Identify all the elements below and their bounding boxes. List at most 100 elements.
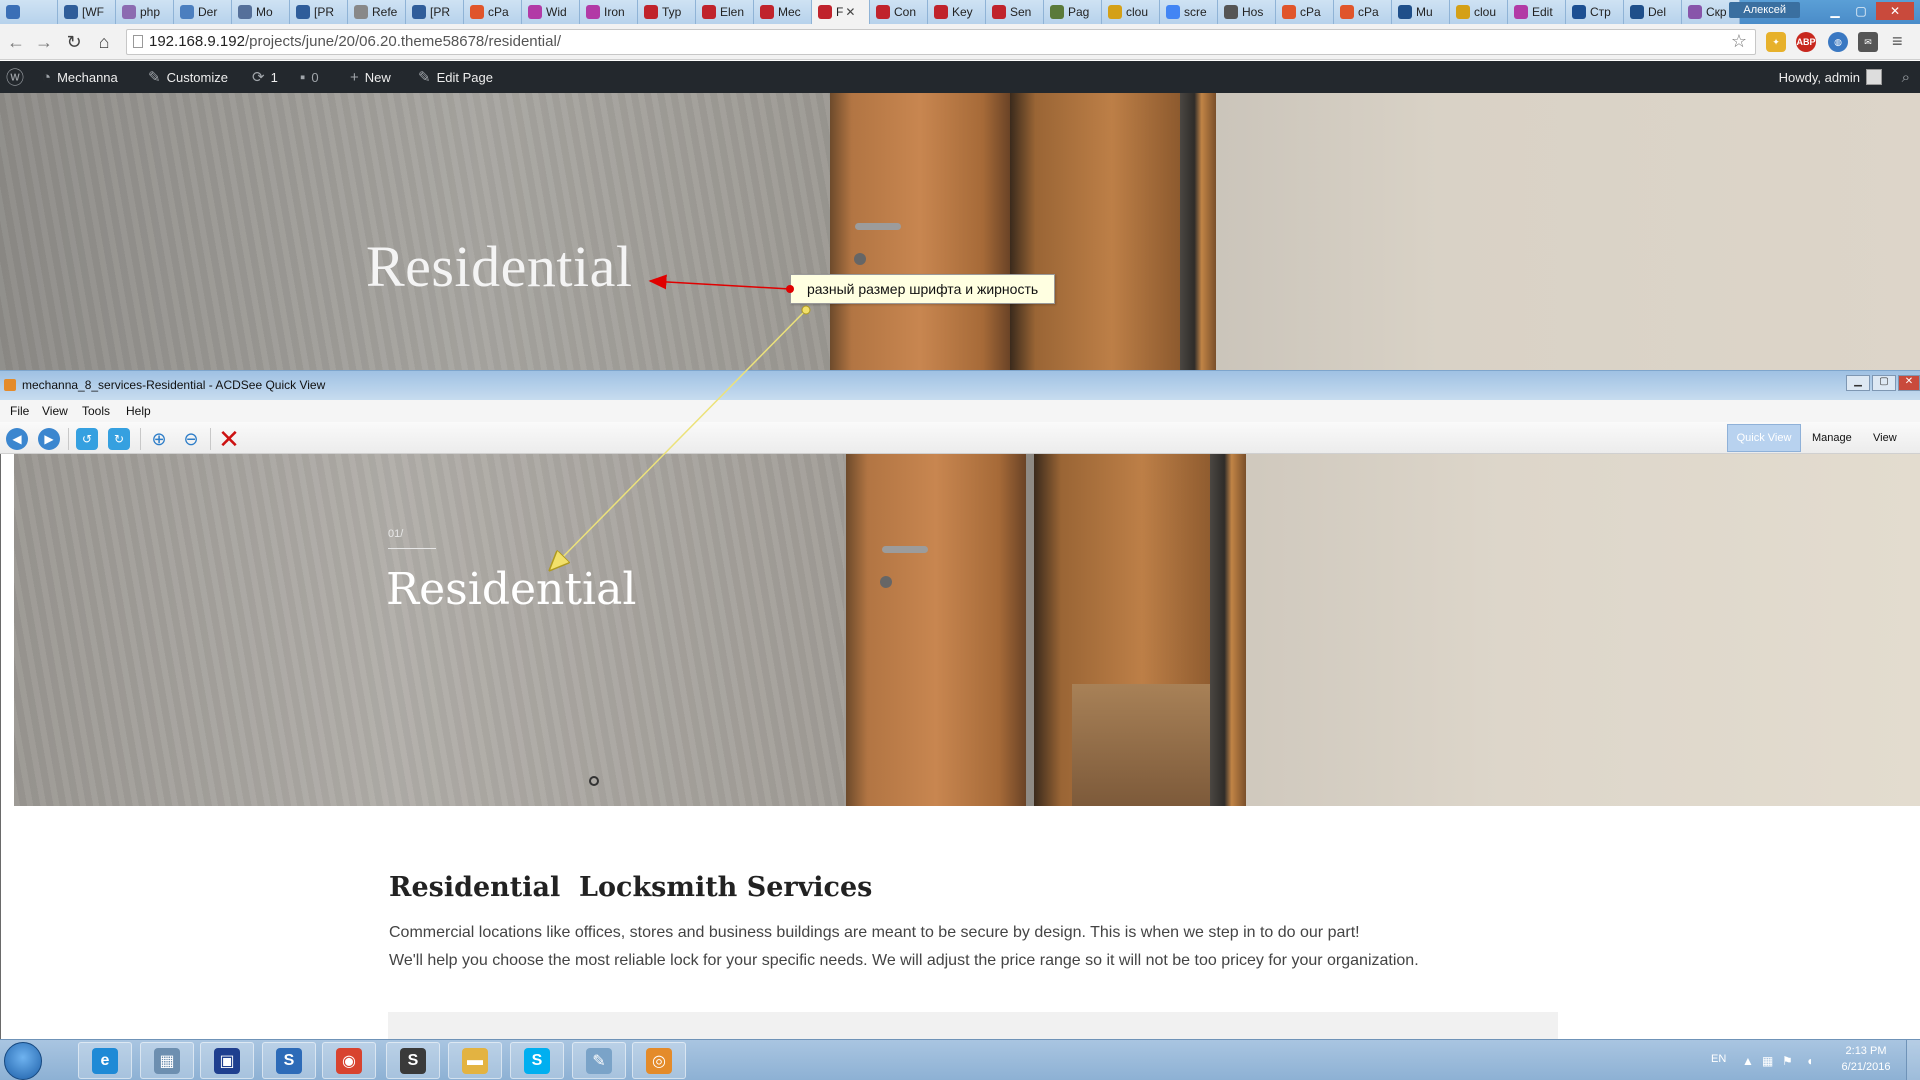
address-bar[interactable]: 192.168.9.192/projects/june/20/06.20.the…: [126, 29, 1756, 55]
manage-mode-button[interactable]: Manage: [1812, 432, 1852, 444]
browser-tab[interactable]: Hos: [1218, 0, 1276, 24]
account-menu[interactable]: Howdy, admin: [1779, 61, 1882, 93]
taskbar-app-save[interactable]: ▣: [200, 1042, 254, 1079]
adblock-plus-icon[interactable]: ABP: [1796, 32, 1816, 52]
zoom-out-button[interactable]: ⊖: [180, 428, 202, 450]
instagram-icon: [528, 5, 542, 19]
acdsee-maximize-button[interactable]: ▢: [1872, 375, 1896, 391]
comments-link[interactable]: ▪ 0: [300, 61, 319, 93]
hamburger-menu-icon[interactable]: ≡: [1892, 31, 1903, 52]
menu-file[interactable]: File: [10, 404, 29, 418]
menu-view[interactable]: View: [42, 404, 68, 418]
maximize-window-button[interactable]: ▢: [1848, 2, 1874, 20]
wordpress-logo-button[interactable]: ⓦ: [6, 61, 24, 93]
language-indicator[interactable]: EN: [1711, 1053, 1726, 1065]
quick-view-mode-button[interactable]: Quick View: [1727, 424, 1801, 452]
home-button[interactable]: ⌂: [94, 32, 114, 52]
browser-tab[interactable]: [PR: [406, 0, 464, 24]
menu-help[interactable]: Help: [126, 404, 151, 418]
minimize-window-button[interactable]: ▁: [1822, 2, 1848, 20]
bookmark-star-icon[interactable]: ☆: [1731, 31, 1747, 52]
browser-tab[interactable]: Стр: [1566, 0, 1624, 24]
tab-title: Del: [1648, 5, 1667, 19]
edit-page-link[interactable]: ✎ Edit Page: [418, 61, 493, 93]
browser-tab[interactable]: Wid: [522, 0, 580, 24]
next-image-button[interactable]: ▶: [38, 428, 60, 450]
acdsee-minimize-button[interactable]: ▁: [1846, 375, 1870, 391]
browser-tab[interactable]: Edit: [1508, 0, 1566, 24]
arrow-right-icon: ▶: [44, 432, 54, 446]
browser-tab[interactable]: Key: [928, 0, 986, 24]
close-window-button[interactable]: ✕: [1876, 2, 1914, 20]
window-user-badge[interactable]: Алексей: [1729, 2, 1800, 18]
browser-tab[interactable]: cPa: [1334, 0, 1392, 24]
show-desktop-button[interactable]: [1906, 1040, 1920, 1080]
taskbar-app-explorer[interactable]: ▬: [448, 1042, 502, 1079]
browser-tab[interactable]: cPa: [464, 0, 522, 24]
security-icon[interactable]: ⚑: [1782, 1054, 1793, 1068]
browser-tab[interactable]: cPa: [1276, 0, 1334, 24]
browser-tab[interactable]: Mu: [1392, 0, 1450, 24]
new-content-link[interactable]: + New: [350, 61, 391, 93]
view-mode-button[interactable]: View: [1873, 432, 1897, 444]
acdsee-close-button[interactable]: ✕: [1898, 375, 1920, 391]
browser-tab[interactable]: Refe: [348, 0, 406, 24]
live-hero-image: Residential: [0, 93, 1920, 370]
taskbar-app-s-app[interactable]: S: [262, 1042, 316, 1079]
browser-tab[interactable]: php: [116, 0, 174, 24]
browser-tab[interactable]: F ✕: [812, 0, 870, 24]
start-button[interactable]: [4, 1042, 42, 1080]
zoom-in-button[interactable]: ⊕: [148, 428, 170, 450]
browser-tab[interactable]: Der: [174, 0, 232, 24]
browser-tab[interactable]: scre: [1160, 0, 1218, 24]
browser-tab[interactable]: clou: [1102, 0, 1160, 24]
mail-extension-icon[interactable]: ✉: [1858, 32, 1878, 52]
search-icon: ⌕: [1901, 68, 1910, 86]
search-button[interactable]: ⌕: [1902, 61, 1910, 93]
taskbar-app-skype[interactable]: S: [510, 1042, 564, 1079]
rotate-left-button[interactable]: ↺: [76, 428, 98, 450]
volume-icon[interactable]: ◖: [1806, 1054, 1813, 1068]
tray-arrow-icon[interactable]: ▲: [1742, 1054, 1754, 1068]
taskbar-app-ie[interactable]: e: [78, 1042, 132, 1079]
annotation-callout[interactable]: разный размер шрифта и жирность: [790, 274, 1056, 304]
browser-tab[interactable]: clou: [1450, 0, 1508, 24]
taskbar-app-chrome[interactable]: ◉: [322, 1042, 376, 1079]
cpanel-icon: [1282, 5, 1296, 19]
browser-tab[interactable]: Con: [870, 0, 928, 24]
forward-button[interactable]: →: [34, 32, 54, 52]
previous-image-button[interactable]: ◀: [6, 428, 28, 450]
reload-button[interactable]: ↻: [64, 32, 84, 52]
clock-date[interactable]: 6/21/2016: [1836, 1061, 1896, 1073]
network-icon[interactable]: ▦: [1762, 1054, 1773, 1068]
browser-tab[interactable]: Mo: [232, 0, 290, 24]
browser-tab[interactable]: Pag: [1044, 0, 1102, 24]
browser-tab[interactable]: Elen: [696, 0, 754, 24]
browser-tab[interactable]: Del: [1624, 0, 1682, 24]
clock-time[interactable]: 2:13 PM: [1836, 1045, 1896, 1057]
rotate-right-button[interactable]: ↻: [108, 428, 130, 450]
tab-title: clou: [1474, 5, 1497, 19]
globe-extension-icon[interactable]: ◍: [1828, 32, 1848, 52]
extension-puzzle-icon[interactable]: ✦: [1766, 32, 1786, 52]
browser-tab[interactable]: [WF: [58, 0, 116, 24]
taskbar-app-sublime[interactable]: S: [386, 1042, 440, 1079]
updates-link[interactable]: ⟳ 1: [252, 61, 278, 93]
menu-tools[interactable]: Tools: [82, 404, 110, 418]
browser-tab[interactable]: Mec: [754, 0, 812, 24]
browser-tab[interactable]: Typ: [638, 0, 696, 24]
site-name-link[interactable]: ◔ Mechanna: [42, 61, 118, 93]
close-image-button[interactable]: ✕: [218, 424, 240, 454]
taskbar-app-acdsee[interactable]: ◎: [632, 1042, 686, 1079]
browser-tab[interactable]: Iron: [580, 0, 638, 24]
taskbar-app-notes[interactable]: ✎: [572, 1042, 626, 1079]
browser-tab[interactable]: Sen: [986, 0, 1044, 24]
browser-tab[interactable]: [0, 0, 58, 24]
back-button[interactable]: ←: [6, 32, 26, 52]
taskbar-app-calculator[interactable]: ▦: [140, 1042, 194, 1079]
browser-tab[interactable]: [PR: [290, 0, 348, 24]
pages-icon: [1050, 5, 1064, 19]
customize-link[interactable]: ✎ Customize: [148, 61, 228, 93]
tab-title: cPa: [1300, 5, 1321, 19]
close-tab-icon[interactable]: ✕: [845, 5, 855, 19]
